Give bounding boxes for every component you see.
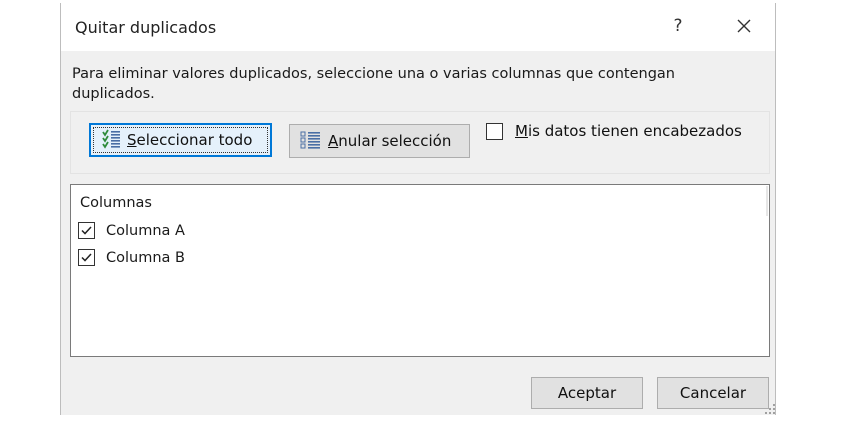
list-edge-divider <box>766 186 768 216</box>
columns-list-header: Columnas <box>80 195 152 211</box>
checkmark-icon <box>81 253 92 262</box>
headers-checkbox-label: Mis datos tienen encabezados <box>515 122 742 140</box>
list-item[interactable]: Columna B <box>78 249 185 266</box>
select-all-label: Seleccionar todo <box>127 131 253 149</box>
select-all-list-icon <box>101 129 121 151</box>
column-a-checkbox[interactable] <box>78 222 95 239</box>
list-item[interactable]: Columna A <box>78 222 185 239</box>
remove-duplicates-dialog: Quitar duplicados ? Para eliminar valore… <box>60 3 776 415</box>
close-icon <box>737 19 751 33</box>
ok-button[interactable]: Aceptar <box>531 377 643 409</box>
columns-list: Columnas Columna A Columna B <box>70 184 770 357</box>
headers-checkbox-row[interactable]: Mis datos tienen encabezados <box>486 122 742 140</box>
headers-checkbox[interactable] <box>486 122 503 140</box>
unselect-all-label: Anular selección <box>328 132 452 150</box>
select-all-button[interactable]: Seleccionar todo <box>89 123 272 157</box>
cancel-button[interactable]: Cancelar <box>657 377 769 409</box>
help-button[interactable]: ? <box>663 11 693 41</box>
column-a-label: Columna A <box>106 222 185 239</box>
resize-grip-icon[interactable] <box>764 403 776 415</box>
checkmark-icon <box>81 226 92 235</box>
close-button[interactable] <box>727 11 761 41</box>
title-bar: Quitar duplicados ? <box>61 3 775 51</box>
instructions-text: Para eliminar valores duplicados, selecc… <box>72 66 675 102</box>
unselect-list-icon <box>300 130 322 152</box>
unselect-all-button[interactable]: Anular selección <box>289 124 470 158</box>
column-b-label: Columna B <box>106 249 185 266</box>
column-b-checkbox[interactable] <box>78 249 95 266</box>
dialog-title: Quitar duplicados <box>75 18 217 37</box>
